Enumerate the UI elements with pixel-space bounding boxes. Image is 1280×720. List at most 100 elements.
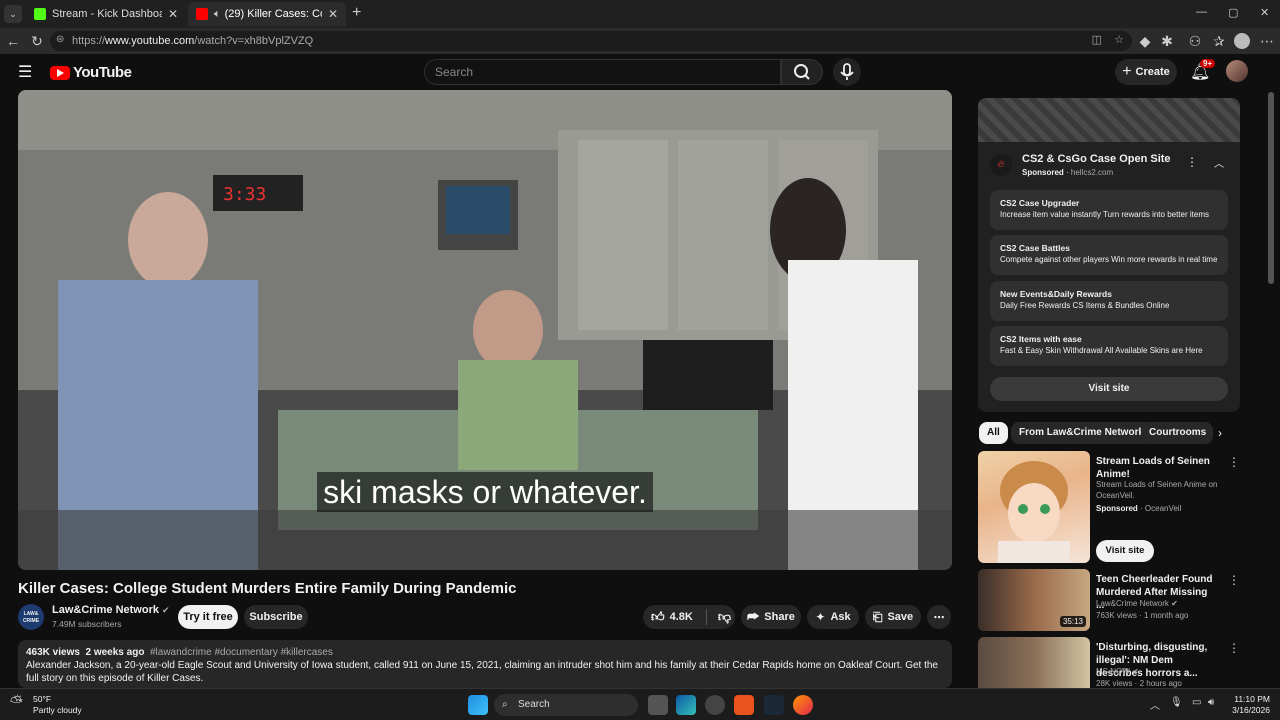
extensions-puzzle-icon[interactable]: ✱ [1158,32,1176,50]
rec-channel[interactable]: MS NOW ✔ [1096,666,1226,677]
more-menu-icon[interactable]: ⋯ [1258,32,1276,50]
sparkle-icon: ✦ [815,610,826,624]
windows-start-icon[interactable] [468,695,488,715]
create-button[interactable]: + Create [1115,59,1177,85]
chips-next-chevron-icon[interactable]: › [1218,426,1222,440]
chip-courtrooms[interactable]: Courtrooms [1141,422,1213,444]
collapse-chevron-icon[interactable]: ︿ [1214,155,1224,170]
rec-thumbnail[interactable] [978,451,1090,563]
edge-browser-icon[interactable] [676,695,696,715]
volume-icon[interactable]: 🔊︎ [1208,697,1214,708]
save-button[interactable]: ⎗ Save [865,605,921,629]
more-dots-icon: ⋯ [933,611,945,624]
rec-thumbnail[interactable]: 35:13 [978,569,1090,631]
firefox-icon[interactable] [793,695,813,715]
search-input[interactable]: Search [424,59,781,85]
split-screen-icon[interactable]: ◫ [1092,33,1102,46]
chip-from-channel[interactable]: From Law&Crime Network [1011,422,1153,444]
ad-banner-image[interactable] [978,98,1240,142]
youtube-play-icon [50,65,70,80]
microphone-tray-icon[interactable]: 🎙︎ [1170,697,1183,708]
rec-ad-item[interactable]: Stream Loads of Seinen Anime! Stream Loa… [978,451,1268,563]
share-button[interactable]: ⮫ Share [741,605,801,629]
tray-overflow-icon[interactable]: ︿ [1150,697,1160,712]
collections-icon[interactable]: ⚇ [1186,32,1204,50]
favorite-star-icon[interactable]: ☆ [1114,33,1124,46]
channel-avatar[interactable]: LAW& CRIME [18,604,44,630]
tab-list-icon[interactable]: ⌄ [4,5,22,23]
search-icon: ⌕ [502,699,508,710]
hashtags[interactable]: #lawandcrime #documentary #killercases [150,647,333,658]
verified-icon: ✔ [1171,599,1178,608]
rec-title[interactable]: Stream Loads of Seinen Anime! [1096,455,1221,481]
ask-button[interactable]: ✦ Ask [807,605,859,629]
minimize-button[interactable]: — [1196,6,1207,18]
ad-sitelink[interactable]: New Events&Daily Rewards Daily Free Rewar… [990,281,1228,321]
app-icon[interactable] [705,695,725,715]
duration-badge: 35:13 [1059,616,1086,627]
ad-visit-site-button[interactable]: Visit site [990,377,1228,401]
rec-menu-icon[interactable]: ⋮ [1228,641,1240,655]
rec-video-item[interactable]: 'Disturbing, disgusting, illegal': NM De… [978,637,1268,688]
rec-thumbnail[interactable] [978,637,1090,688]
ad-menu-icon[interactable]: ⋮ [1186,155,1198,169]
rec-menu-icon[interactable]: ⋮ [1228,573,1240,587]
close-tab-icon[interactable]: ✕ [328,7,338,21]
weather-widget[interactable]: 50°F Partly cloudy [33,694,82,716]
search-button[interactable] [781,59,823,85]
description-box[interactable]: 463K views 2 weeks ago #lawandcrime #doc… [18,640,952,688]
network-icon[interactable]: ▭ [1192,697,1201,708]
site-info-icon[interactable]: ⊜ [56,34,64,45]
description-meta: 463K views 2 weeks ago #lawandcrime #doc… [26,647,333,658]
steam-icon[interactable] [764,695,784,715]
chip-all[interactable]: All [979,422,1008,444]
subscribe-button[interactable]: Subscribe [244,605,308,629]
new-tab-button[interactable]: + [352,4,361,22]
extension-icon[interactable]: ◆ [1136,32,1154,50]
page-scrollbar-thumb[interactable] [1268,92,1274,284]
more-actions-button[interactable]: ⋯ [927,605,951,629]
brave-browser-icon[interactable] [734,695,754,715]
rec-visit-site-button[interactable]: Visit site [1096,540,1154,562]
like-button[interactable]: 👍︎ 4.8K [651,609,693,625]
channel-name[interactable]: Law&Crime Network ✔ [52,604,170,616]
profile-avatar[interactable] [1234,33,1250,49]
clock[interactable]: 11:10 PM 3/16/2026 [1226,694,1270,716]
try-it-free-button[interactable]: Try it free [178,605,238,629]
favorites-icon[interactable]: ✰ [1210,32,1228,50]
ad-sitelink[interactable]: CS2 Case Battles Compete against other pl… [990,235,1228,275]
notification-count-badge: 9+ [1200,59,1216,68]
refresh-icon[interactable]: ↻ [28,32,46,50]
advertiser-logo[interactable]: 🔥︎ [990,154,1012,176]
tab-kick-dashboard[interactable]: Stream - Kick Dashboard ✕ [26,2,186,26]
back-icon[interactable]: ← [4,32,22,50]
video-player[interactable]: 3:33 ski masks or whatever. [18,90,952,570]
close-tab-icon[interactable]: ✕ [168,7,178,21]
youtube-logo[interactable]: YouTube [50,64,132,81]
verified-icon: ✔ [1132,667,1139,676]
channel-actions-row: LAW& CRIME Law&Crime Network ✔ 7.49M sub… [18,604,952,630]
ad-sitelink[interactable]: CS2 Items with ease Fast & Easy Skin With… [990,326,1228,366]
like-dislike-group: 👍︎ 4.8K 👎︎ [643,605,735,629]
url-input[interactable]: ⊜ https://www.youtube.com/watch?v=xh8bVp… [50,31,1132,51]
maximize-button[interactable]: ▢ [1228,6,1238,19]
account-avatar[interactable] [1226,60,1248,82]
close-window-button[interactable]: ✕ [1260,6,1269,19]
ad-title[interactable]: CS2 & CsGo Case Open Site [1022,153,1171,165]
task-view-icon[interactable] [648,695,668,715]
svg-text:3:33: 3:33 [223,184,266,205]
windows-taskbar: ⛅︎ 50°F Partly cloudy ⌕ Search ︿ 🎙︎ ▭ 🔊︎… [0,688,1280,720]
rec-channel[interactable]: Law&Crime Network ✔ [1096,598,1226,609]
sponsored-ad-card[interactable]: 🔥︎ CS2 & CsGo Case Open Site Sponsored ·… [978,98,1240,412]
dislike-button[interactable]: 👎︎ [718,609,731,625]
hamburger-menu-icon[interactable]: ☰ [18,62,32,82]
rec-video-item[interactable]: 35:13 Teen Cheerleader Found Murdered Af… [978,569,1268,631]
ad-sitelink[interactable]: CS2 Case Upgrader Increase item value ins… [990,190,1228,230]
speaker-icon[interactable]: 🔈︎ [214,8,221,21]
voice-search-button[interactable] [833,58,861,86]
tab-youtube-video[interactable]: 🔈︎ (29) Killer Cases: College Stud ✕ [188,2,346,26]
rec-menu-icon[interactable]: ⋮ [1228,455,1240,469]
address-bar-row: ← ↻ ⊜ https://www.youtube.com/watch?v=xh… [0,28,1280,54]
taskbar-search-box[interactable]: ⌕ Search [494,694,638,716]
weather-icon[interactable]: ⛅︎ [10,694,23,712]
